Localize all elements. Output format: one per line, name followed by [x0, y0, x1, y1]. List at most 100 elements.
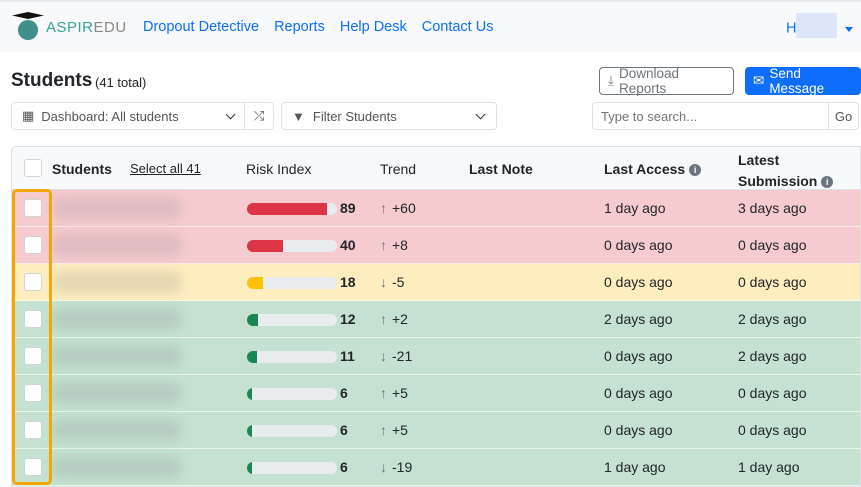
arrow-down-icon: ↓: [380, 274, 387, 290]
chevron-down-icon: [475, 109, 486, 119]
risk-score: 40: [340, 237, 356, 253]
graduation-cap-globe-icon: [12, 12, 44, 42]
risk-bar: [247, 462, 337, 474]
redacted-student-name[interactable]: [52, 271, 182, 293]
row-checkbox[interactable]: [24, 236, 42, 254]
risk-bar: [247, 425, 337, 437]
risk-bar: [247, 314, 337, 326]
logo[interactable]: ASPIREDU: [12, 12, 127, 42]
trend-value: +60: [392, 200, 416, 216]
risk-score: 11: [340, 348, 355, 364]
redacted-username: [796, 13, 838, 38]
shuffle-icon[interactable]: ⤮: [245, 108, 273, 124]
last-access: 0 days ago: [604, 274, 673, 290]
filter-students-select[interactable]: ▼ Filter Students: [281, 102, 497, 130]
trend-value: +5: [392, 385, 408, 401]
latest-submission: 0 days ago: [738, 237, 807, 253]
risk-bar-fill: [247, 314, 258, 326]
info-icon[interactable]: i: [689, 164, 702, 177]
search-input[interactable]: [593, 103, 828, 129]
redacted-student-name[interactable]: [52, 345, 182, 367]
arrow-up-icon: ↑: [380, 200, 387, 216]
user-menu[interactable]: H: [786, 13, 838, 38]
table-header: Students Select all 41 Risk Index Trend …: [12, 147, 860, 190]
page-title: Students: [11, 70, 93, 91]
redacted-student-name[interactable]: [52, 308, 182, 330]
last-access: 2 days ago: [604, 311, 673, 327]
row-checkbox[interactable]: [24, 310, 42, 328]
nav-dropout-detective[interactable]: Dropout Detective: [143, 19, 259, 35]
redacted-student-name[interactable]: [52, 456, 182, 478]
redacted-student-name[interactable]: [52, 197, 182, 219]
latest-submission: 3 days ago: [738, 200, 807, 216]
trend-value: +2: [392, 311, 408, 327]
arrow-up-icon: ↑: [380, 311, 387, 327]
navbar: ASPIREDU Dropout Detective Reports Help …: [0, 0, 861, 52]
risk-score: 18: [340, 274, 356, 290]
nav-reports[interactable]: Reports: [274, 19, 325, 35]
arrow-up-icon: ↑: [380, 237, 387, 253]
arrow-up-icon: ↑: [380, 422, 387, 438]
trend-value: -21: [392, 348, 413, 364]
trend-value: -5: [392, 274, 405, 290]
risk-score: 12: [340, 311, 356, 327]
table-row[interactable]: 6 ↑ +5 0 days ago 0 days ago: [12, 412, 860, 449]
risk-bar: [247, 351, 337, 363]
row-checkbox[interactable]: [24, 421, 42, 439]
last-access: 1 day ago: [604, 459, 666, 475]
row-checkbox[interactable]: [24, 199, 42, 217]
table-row[interactable]: 89 ↑ +60 1 day ago 3 days ago: [12, 190, 860, 227]
table-icon: ▦: [22, 108, 35, 123]
download-reports-button[interactable]: ⤓ Download Reports: [599, 66, 734, 96]
last-access: 0 days ago: [604, 422, 673, 438]
latest-submission: 2 days ago: [738, 348, 807, 364]
risk-bar: [247, 277, 337, 289]
latest-submission: 1 day ago: [738, 459, 800, 475]
latest-submission: 0 days ago: [738, 422, 807, 438]
arrow-down-icon: ↓: [380, 459, 387, 475]
risk-bar-fill: [247, 351, 257, 363]
row-checkbox[interactable]: [24, 347, 42, 365]
students-table: Students Select all 41 Risk Index Trend …: [11, 146, 861, 487]
latest-submission: 0 days ago: [738, 385, 807, 401]
row-checkbox[interactable]: [24, 458, 42, 476]
table-row[interactable]: 18 ↓ -5 0 days ago 0 days ago: [12, 264, 860, 301]
send-message-button[interactable]: ✉ Send Message: [745, 66, 861, 96]
risk-bar: [247, 203, 337, 215]
select-all-link[interactable]: Select all 41: [130, 161, 201, 176]
table-row[interactable]: 11 ↓ -21 0 days ago 2 days ago: [12, 338, 860, 375]
table-row[interactable]: 40 ↑ +8 0 days ago 0 days ago: [12, 227, 860, 264]
risk-bar-fill: [247, 277, 264, 289]
last-access: 0 days ago: [604, 237, 673, 253]
trend-value: -19: [392, 459, 413, 475]
row-checkbox[interactable]: [24, 273, 42, 291]
risk-bar: [247, 240, 337, 252]
nav-contact-us[interactable]: Contact Us: [422, 19, 494, 35]
redacted-student-name[interactable]: [52, 234, 182, 256]
chevron-down-icon: [225, 109, 236, 119]
table-row[interactable]: 12 ↑ +2 2 days ago 2 days ago: [12, 301, 860, 338]
redacted-student-name[interactable]: [52, 419, 182, 441]
risk-bar: [247, 388, 337, 400]
arrow-down-icon: ↓: [380, 348, 387, 364]
risk-score: 6: [340, 422, 348, 438]
table-row[interactable]: 6 ↓ -19 1 day ago 1 day ago: [12, 449, 860, 486]
redacted-student-name[interactable]: [52, 382, 182, 404]
nav-help-desk[interactable]: Help Desk: [340, 19, 407, 35]
table-row[interactable]: 6 ↑ +5 0 days ago 0 days ago: [12, 375, 860, 412]
latest-submission: 2 days ago: [738, 311, 807, 327]
last-access: 0 days ago: [604, 385, 673, 401]
last-access: 1 day ago: [604, 200, 666, 216]
risk-score: 89: [340, 200, 356, 216]
info-icon[interactable]: i: [821, 176, 834, 189]
risk-score: 6: [340, 459, 348, 475]
envelope-icon: ✉: [753, 73, 765, 88]
risk-score: 6: [340, 385, 348, 401]
select-all-checkbox[interactable]: [24, 159, 42, 177]
trend-value: +8: [392, 237, 408, 253]
go-button[interactable]: Go: [828, 103, 858, 129]
caret-down-icon[interactable]: [845, 27, 853, 32]
row-checkbox[interactable]: [24, 384, 42, 402]
arrow-up-icon: ↑: [380, 385, 387, 401]
dashboard-select[interactable]: ▦ Dashboard: All students ⤮: [11, 102, 274, 130]
